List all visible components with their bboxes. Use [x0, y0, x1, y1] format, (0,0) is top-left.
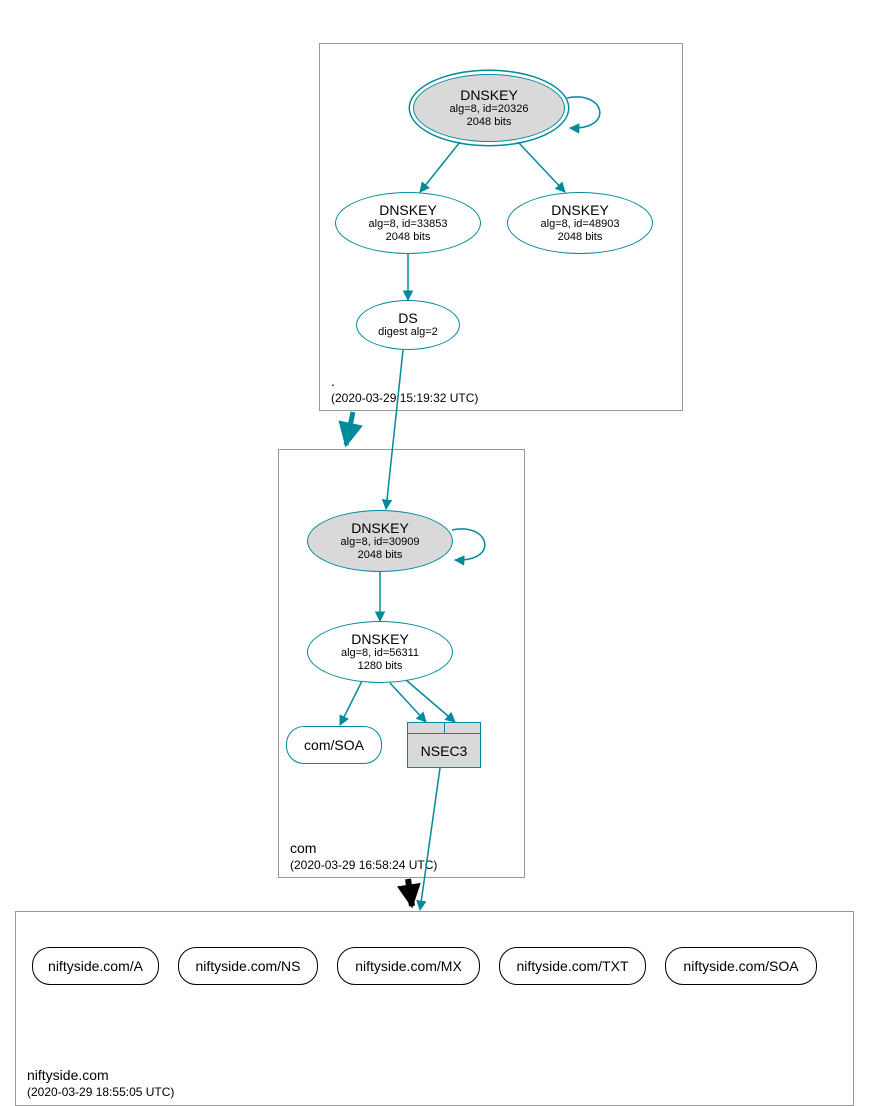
- node-root-zsk2: DNSKEY alg=8, id=48903 2048 bits: [507, 192, 653, 254]
- node-com-soa: com/SOA: [286, 726, 382, 764]
- node-label: niftyside.com/TXT: [516, 958, 628, 974]
- node-title: DNSKEY: [551, 202, 609, 218]
- zone-root-timestamp: (2020-03-29 15:19:32 UTC): [331, 391, 478, 405]
- node-sub2: 2048 bits: [358, 549, 403, 562]
- zone-com-timestamp: (2020-03-29 16:58:24 UTC): [290, 858, 437, 872]
- zone-com-label: com: [290, 840, 316, 856]
- nsec3-bottom-label: NSEC3: [407, 734, 481, 768]
- nsec3-top: [407, 722, 481, 734]
- zone-niftyside-timestamp: (2020-03-29 18:55:05 UTC): [27, 1085, 174, 1099]
- zone-niftyside-label: niftyside.com: [27, 1067, 109, 1083]
- node-com-zsk: DNSKEY alg=8, id=56311 1280 bits: [307, 621, 453, 683]
- node-sub1: alg=8, id=56311: [341, 647, 419, 660]
- node-rr-a: niftyside.com/A: [32, 947, 159, 985]
- zone-niftyside: [15, 911, 854, 1106]
- node-label: niftyside.com/A: [48, 958, 143, 974]
- node-rr-txt: niftyside.com/TXT: [499, 947, 646, 985]
- node-sub2: 2048 bits: [558, 231, 603, 244]
- node-sub1: digest alg=2: [378, 326, 438, 339]
- node-root-ds: DS digest alg=2: [356, 300, 460, 350]
- node-rr-ns: niftyside.com/NS: [178, 947, 318, 985]
- node-label: niftyside.com/MX: [355, 958, 462, 974]
- node-title: DNSKEY: [351, 520, 409, 536]
- node-root-ksk: DNSKEY alg=8, id=20326 2048 bits: [413, 74, 565, 142]
- node-title: DS: [398, 310, 417, 326]
- node-rr-mx: niftyside.com/MX: [337, 947, 480, 985]
- node-label: com/SOA: [304, 737, 364, 753]
- node-nsec3: NSEC3: [407, 722, 481, 768]
- node-title: DNSKEY: [460, 87, 518, 103]
- zone-root-label: .: [331, 373, 335, 389]
- node-label: niftyside.com/NS: [195, 958, 300, 974]
- node-sub2: 1280 bits: [358, 660, 403, 673]
- node-sub1: alg=8, id=33853: [369, 218, 448, 231]
- node-sub2: 2048 bits: [386, 231, 431, 244]
- node-title: DNSKEY: [351, 631, 409, 647]
- node-sub1: alg=8, id=48903: [541, 218, 620, 231]
- node-title: DNSKEY: [379, 202, 437, 218]
- node-root-zsk1: DNSKEY alg=8, id=33853 2048 bits: [335, 192, 481, 254]
- node-com-ksk: DNSKEY alg=8, id=30909 2048 bits: [307, 510, 453, 572]
- node-sub2: 2048 bits: [467, 116, 512, 129]
- node-sub1: alg=8, id=20326: [450, 103, 529, 116]
- node-label: niftyside.com/SOA: [683, 958, 798, 974]
- node-sub1: alg=8, id=30909: [341, 536, 420, 549]
- node-rr-soa: niftyside.com/SOA: [665, 947, 817, 985]
